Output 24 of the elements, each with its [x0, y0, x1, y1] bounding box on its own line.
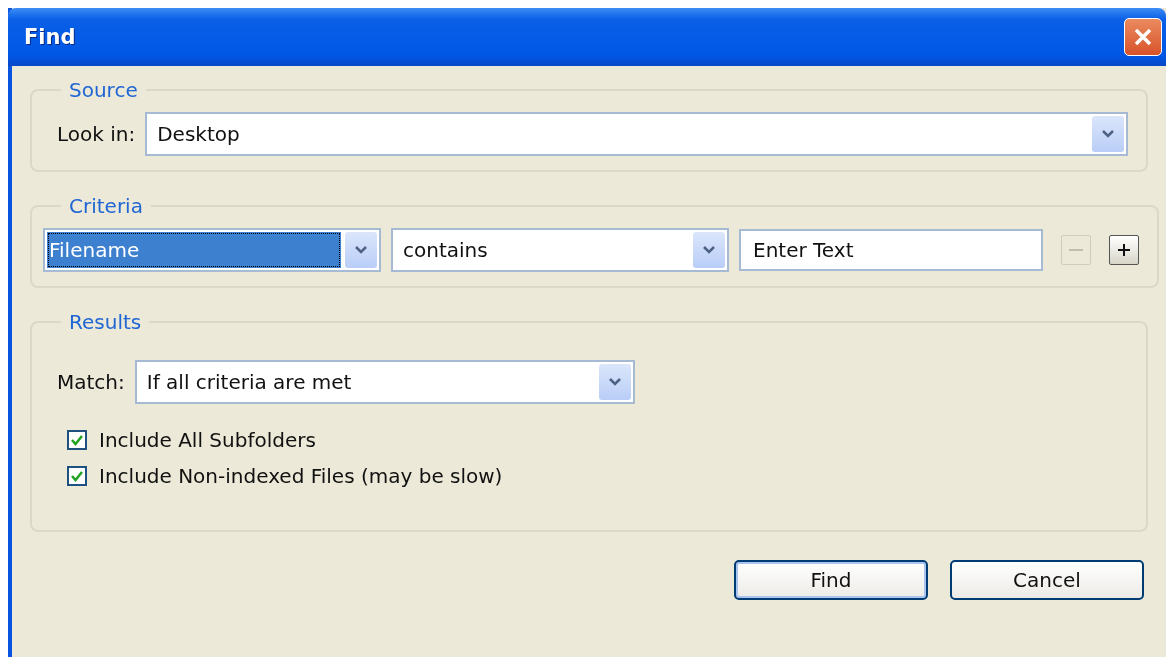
group-legend: Criteria	[61, 194, 151, 218]
add-button[interactable]	[1109, 235, 1139, 265]
checkbox[interactable]	[67, 466, 87, 486]
plus-icon	[1116, 242, 1132, 258]
checkbox-label[interactable]: Include All Subfolders	[99, 428, 316, 452]
checkbox-label[interactable]: Include Non-indexed Files (may be slow)	[99, 464, 503, 488]
check-icon	[70, 433, 84, 447]
match-label: Match:	[57, 370, 125, 394]
dialog-button[interactable]: Cancel	[950, 560, 1144, 600]
checkbox[interactable]	[67, 430, 87, 450]
group-legend: Results	[61, 310, 150, 334]
window-title: Find	[24, 25, 76, 49]
field-dropdown[interactable]: Filename	[43, 228, 381, 272]
look-in-label: Look in:	[57, 122, 136, 146]
check-icon	[70, 469, 84, 483]
close-icon	[1132, 26, 1154, 48]
group-legend: Source	[61, 78, 146, 102]
close-button[interactable]	[1124, 18, 1162, 56]
match-dropdown[interactable]: If all criteria are met	[134, 360, 635, 404]
operator-dropdown[interactable]: contains	[391, 228, 729, 272]
text-field[interactable]: Enter Text	[739, 229, 1043, 271]
minus-icon	[1069, 249, 1083, 251]
look-in-dropdown[interactable]: Desktop	[145, 112, 1128, 156]
dialog-button[interactable]: Find	[734, 560, 928, 600]
